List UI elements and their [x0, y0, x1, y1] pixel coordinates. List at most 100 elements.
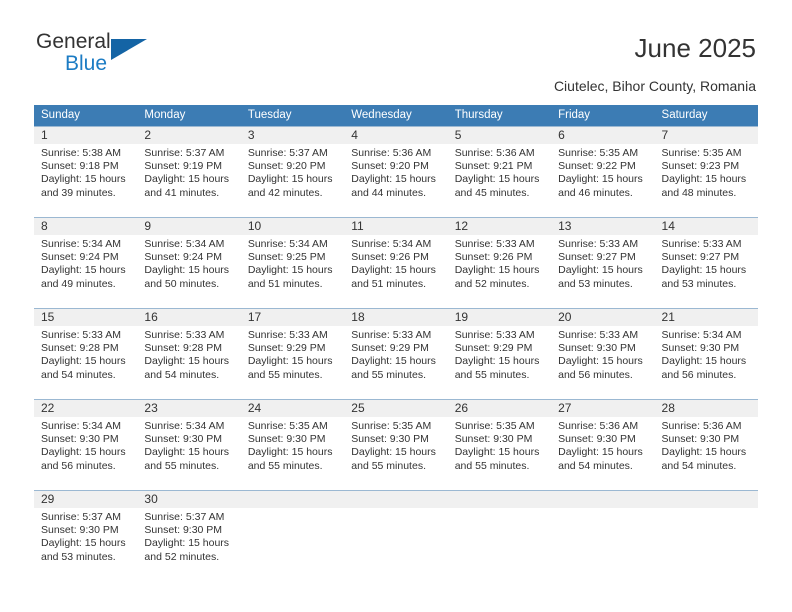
day-number: 29 — [34, 491, 138, 508]
day-sun-info: Sunrise: 5:33 AM Sunset: 9:29 PM Daylight:… — [344, 326, 447, 382]
day-sun-info: Sunrise: 5:33 AM Sunset: 9:27 PM Daylight:… — [655, 235, 758, 291]
logo-text-general: General — [36, 30, 111, 53]
sunset-time: Sunset: 9:29 PM — [454, 342, 533, 355]
calendar-day-cell[interactable]: 20 Sunrise: 5:33 AM Sunset: 9:30 PM Dayligh… — [551, 308, 655, 393]
sunset-time: Sunset: 9:30 PM — [558, 342, 636, 355]
calendar-day-cell[interactable]: 22 Sunrise: 5:34 AM Sunset: 9:30 PM Dayligh… — [34, 399, 138, 484]
daylight-duration-line2: and 46 minutes. — [558, 186, 633, 199]
calendar-day-cell[interactable]: 18 Sunrise: 5:33 AM Sunset: 9:29 PM Dayligh… — [344, 308, 448, 393]
day-sun-info: Sunrise: 5:37 AM Sunset: 9:20 PM Daylight:… — [241, 144, 344, 200]
day-number: 16 — [137, 309, 241, 326]
day-number: 11 — [344, 218, 448, 235]
day-number: 26 — [447, 400, 552, 417]
calendar-day-cell[interactable]: 2 Sunrise: 5:37 AM Sunset: 9:19 PM Daylight… — [137, 126, 241, 211]
daylight-duration-line1: Daylight: 15 hours — [144, 264, 230, 277]
daylight-duration-line2: and 45 minutes. — [454, 186, 530, 199]
sunset-time: Sunset: 9:24 PM — [144, 251, 223, 264]
calendar-day-cell[interactable]: 8 Sunrise: 5:34 AM Sunset: 9:24 PM Daylight… — [34, 217, 138, 302]
daylight-duration-line2: and 54 minutes. — [661, 459, 737, 472]
weekday-header-friday: Friday — [551, 105, 655, 127]
calendar-day-cell[interactable]: 21 Sunrise: 5:34 AM Sunset: 9:30 PM Dayligh… — [654, 308, 758, 393]
day-number: 4 — [344, 127, 448, 144]
generalblue-logo[interactable]: General Blue — [36, 30, 166, 80]
calendar-empty-cell — [240, 490, 345, 575]
day-number: 1 — [34, 127, 138, 144]
calendar-day-cell[interactable]: 16 Sunrise: 5:33 AM Sunset: 9:28 PM Dayligh… — [137, 308, 241, 393]
sunrise-time: Sunrise: 5:33 AM — [558, 329, 639, 341]
calendar-day-cell[interactable]: 12 Sunrise: 5:33 AM Sunset: 9:26 PM Dayligh… — [447, 217, 552, 302]
daylight-duration-line2: and 55 minutes. — [144, 459, 220, 472]
day-sun-info: Sunrise: 5:35 AM Sunset: 9:30 PM Daylight:… — [344, 417, 447, 473]
calendar-day-cell[interactable]: 19 Sunrise: 5:33 AM Sunset: 9:29 PM Dayligh… — [447, 308, 552, 393]
day-sun-info: Sunrise: 5:35 AM Sunset: 9:23 PM Daylight:… — [655, 144, 758, 200]
calendar-day-cell[interactable]: 1 Sunrise: 5:38 AM Sunset: 9:18 PM Daylight… — [34, 126, 138, 211]
day-number: 18 — [344, 309, 448, 326]
day-sun-info: Sunrise: 5:36 AM Sunset: 9:30 PM Daylight:… — [655, 417, 758, 473]
calendar-day-cell[interactable]: 30 Sunrise: 5:37 AM Sunset: 9:30 PM Dayligh… — [137, 490, 241, 575]
sunset-time: Sunset: 9:27 PM — [558, 251, 636, 264]
sunrise-time: Sunrise: 5:37 AM — [247, 147, 328, 159]
daylight-duration-line2: and 51 minutes. — [351, 277, 426, 290]
daylight-duration-line2: and 55 minutes. — [247, 459, 323, 472]
calendar-day-cell[interactable]: 3 Sunrise: 5:37 AM Sunset: 9:20 PM Daylight… — [240, 126, 345, 211]
day-number: 22 — [34, 400, 138, 417]
day-number: 9 — [137, 218, 241, 235]
daylight-duration-line1: Daylight: 15 hours — [351, 355, 436, 368]
day-sun-info: Sunrise: 5:33 AM Sunset: 9:28 PM Daylight:… — [34, 326, 137, 382]
sunrise-time: Sunrise: 5:36 AM — [351, 147, 432, 159]
calendar-day-cell[interactable]: 13 Sunrise: 5:33 AM Sunset: 9:27 PM Dayligh… — [551, 217, 655, 302]
day-sun-info: Sunrise: 5:33 AM Sunset: 9:27 PM Daylight:… — [551, 235, 654, 291]
sunset-time: Sunset: 9:30 PM — [41, 524, 119, 537]
calendar-page: General Blue June 2025 Ciutelec, Bihor C… — [0, 0, 792, 612]
sunrise-time: Sunrise: 5:34 AM — [41, 420, 121, 432]
calendar-day-cell[interactable]: 6 Sunrise: 5:35 AM Sunset: 9:22 PM Daylight… — [551, 126, 655, 211]
daylight-duration-line1: Daylight: 15 hours — [247, 355, 333, 368]
day-sun-info: Sunrise: 5:34 AM Sunset: 9:30 PM Daylight:… — [34, 417, 137, 473]
sunrise-time: Sunrise: 5:34 AM — [247, 238, 328, 250]
daylight-duration-line2: and 54 minutes. — [558, 459, 633, 472]
day-sun-info: Sunrise: 5:34 AM Sunset: 9:25 PM Daylight:… — [241, 235, 344, 291]
calendar-header-row: Sunday Monday Tuesday Wednesday Thursday… — [34, 105, 758, 127]
day-number: 21 — [654, 309, 758, 326]
calendar-day-cell[interactable]: 14 Sunrise: 5:33 AM Sunset: 9:27 PM Dayligh… — [654, 217, 758, 302]
sunset-time: Sunset: 9:19 PM — [144, 160, 223, 173]
calendar-empty-cell — [344, 490, 448, 575]
day-number — [240, 491, 345, 508]
calendar-day-cell[interactable]: 9 Sunrise: 5:34 AM Sunset: 9:24 PM Daylight… — [137, 217, 241, 302]
calendar-day-cell[interactable]: 24 Sunrise: 5:35 AM Sunset: 9:30 PM Dayligh… — [240, 399, 345, 484]
calendar-day-cell[interactable]: 28 Sunrise: 5:36 AM Sunset: 9:30 PM Dayligh… — [654, 399, 758, 484]
sunset-time: Sunset: 9:25 PM — [247, 251, 326, 264]
sunset-time: Sunset: 9:30 PM — [144, 433, 223, 446]
calendar-grid: Sunday Monday Tuesday Wednesday Thursday… — [34, 105, 758, 575]
sunset-time: Sunset: 9:29 PM — [351, 342, 429, 355]
sunset-time: Sunset: 9:29 PM — [247, 342, 326, 355]
sunset-time: Sunset: 9:18 PM — [41, 160, 119, 173]
calendar-day-cell[interactable]: 4 Sunrise: 5:36 AM Sunset: 9:20 PM Daylight… — [344, 126, 448, 211]
calendar-day-cell[interactable]: 27 Sunrise: 5:36 AM Sunset: 9:30 PM Dayligh… — [551, 399, 655, 484]
calendar-day-cell[interactable]: 15 Sunrise: 5:33 AM Sunset: 9:28 PM Dayligh… — [34, 308, 138, 393]
calendar-day-cell[interactable]: 10 Sunrise: 5:34 AM Sunset: 9:25 PM Dayligh… — [240, 217, 345, 302]
day-number: 2 — [137, 127, 241, 144]
calendar-day-cell[interactable]: 25 Sunrise: 5:35 AM Sunset: 9:30 PM Dayligh… — [344, 399, 448, 484]
sunset-time: Sunset: 9:30 PM — [144, 524, 223, 537]
sunrise-time: Sunrise: 5:35 AM — [558, 147, 639, 159]
calendar-week-row: 22 Sunrise: 5:34 AM Sunset: 9:30 PM Dayligh… — [34, 399, 758, 484]
weekday-header-thursday: Thursday — [447, 105, 552, 127]
daylight-duration-line1: Daylight: 15 hours — [661, 264, 747, 277]
calendar-day-cell[interactable]: 5 Sunrise: 5:36 AM Sunset: 9:21 PM Daylight… — [447, 126, 552, 211]
calendar-day-cell[interactable]: 17 Sunrise: 5:33 AM Sunset: 9:29 PM Dayligh… — [240, 308, 345, 393]
day-sun-info: Sunrise: 5:36 AM Sunset: 9:30 PM Daylight:… — [551, 417, 654, 473]
calendar-week-row: 29 Sunrise: 5:37 AM Sunset: 9:30 PM Dayligh… — [34, 490, 758, 575]
calendar-day-cell[interactable]: 26 Sunrise: 5:35 AM Sunset: 9:30 PM Dayligh… — [447, 399, 552, 484]
sunset-time: Sunset: 9:23 PM — [661, 160, 740, 173]
calendar-day-cell[interactable]: 23 Sunrise: 5:34 AM Sunset: 9:30 PM Dayligh… — [137, 399, 241, 484]
calendar-day-cell[interactable]: 7 Sunrise: 5:35 AM Sunset: 9:23 PM Daylight… — [654, 126, 758, 211]
daylight-duration-line1: Daylight: 15 hours — [351, 264, 436, 277]
day-sun-info: Sunrise: 5:37 AM Sunset: 9:30 PM Daylight:… — [34, 508, 137, 564]
day-number: 24 — [240, 400, 345, 417]
logo-text-blue: Blue — [65, 52, 108, 75]
calendar-day-cell[interactable]: 11 Sunrise: 5:34 AM Sunset: 9:26 PM Dayligh… — [344, 217, 448, 302]
calendar-day-cell[interactable]: 29 Sunrise: 5:37 AM Sunset: 9:30 PM Dayligh… — [34, 490, 138, 575]
sunset-time: Sunset: 9:30 PM — [454, 433, 533, 446]
day-sun-info: Sunrise: 5:34 AM Sunset: 9:30 PM Daylight:… — [655, 326, 758, 382]
